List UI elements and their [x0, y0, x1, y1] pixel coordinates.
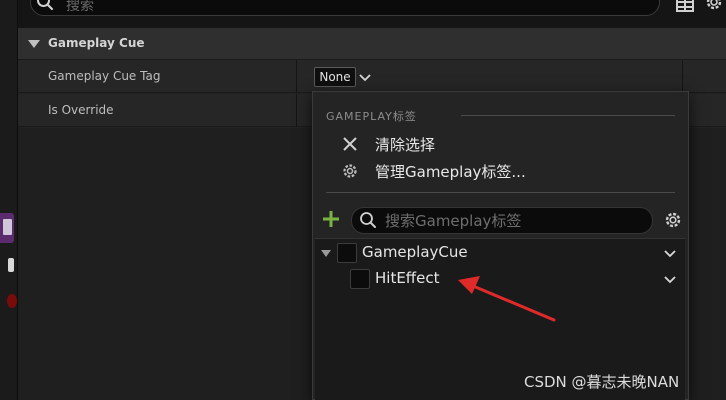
- section-divider: [326, 192, 675, 193]
- graph-pin-red[interactable]: [7, 294, 17, 308]
- graph-node-icon: [3, 219, 12, 235]
- watermark-text: CSDN @暮志未晚NAN: [524, 373, 680, 391]
- tree-item-gameplaycue[interactable]: GameplayCue: [315, 240, 685, 266]
- add-icon[interactable]: [321, 209, 341, 229]
- close-icon: [343, 137, 357, 151]
- tree-item-label: GameplayCue: [362, 243, 468, 261]
- gear-icon[interactable]: [663, 210, 683, 230]
- column-splitter[interactable]: [296, 60, 297, 93]
- chevron-down-icon[interactable]: [663, 272, 677, 286]
- property-name: Is Override: [48, 103, 114, 117]
- tag-checkbox[interactable]: [337, 243, 357, 263]
- search-icon: [37, 0, 54, 11]
- graph-pin-exec[interactable]: [8, 258, 14, 272]
- category-title: Gameplay Cue: [48, 36, 145, 50]
- chevron-down-icon[interactable]: [358, 70, 372, 84]
- details-search-input[interactable]: [30, 0, 660, 16]
- search-icon: [360, 212, 376, 228]
- details-search-placeholder: 搜索: [66, 0, 94, 14]
- tag-search-placeholder: 搜索Gameplay标签: [385, 212, 522, 230]
- column-splitter: [682, 60, 683, 93]
- expand-arrow-icon[interactable]: [321, 250, 331, 257]
- gameplay-tag-picker-popup: GAMEPLAY标签 清除选择 管理Gameplay标签... 搜索Gamepl…: [312, 91, 689, 400]
- menu-item-clear-selection[interactable]: 清除选择: [341, 132, 681, 156]
- menu-item-manage-gameplay-tags[interactable]: 管理Gameplay标签...: [341, 159, 681, 183]
- table-view-icon[interactable]: [676, 0, 694, 12]
- column-splitter[interactable]: [296, 94, 297, 127]
- property-name: Gameplay Cue Tag: [48, 69, 161, 83]
- gear-icon: [343, 164, 357, 178]
- popup-section-title: GAMEPLAY标签: [326, 110, 417, 123]
- menu-item-label: 清除选择: [375, 136, 436, 154]
- property-row-gameplay-cue-tag: Gameplay Cue Tag None: [18, 60, 726, 93]
- menu-item-label: 管理Gameplay标签...: [375, 163, 526, 181]
- tag-checkbox[interactable]: [350, 269, 370, 289]
- viewport-edge: [0, 0, 18, 400]
- gameplay-tag-combo-button[interactable]: None: [314, 67, 356, 87]
- tree-item-label: HitEffect: [375, 269, 440, 287]
- chevron-down-icon[interactable]: [663, 246, 677, 260]
- settings-gear-icon[interactable]: [704, 0, 724, 12]
- section-divider: [461, 115, 675, 116]
- annotation-arrow-icon: [458, 276, 556, 322]
- category-header-gameplay-cue[interactable]: Gameplay Cue: [18, 28, 726, 60]
- collapse-arrow-icon[interactable]: [28, 40, 40, 48]
